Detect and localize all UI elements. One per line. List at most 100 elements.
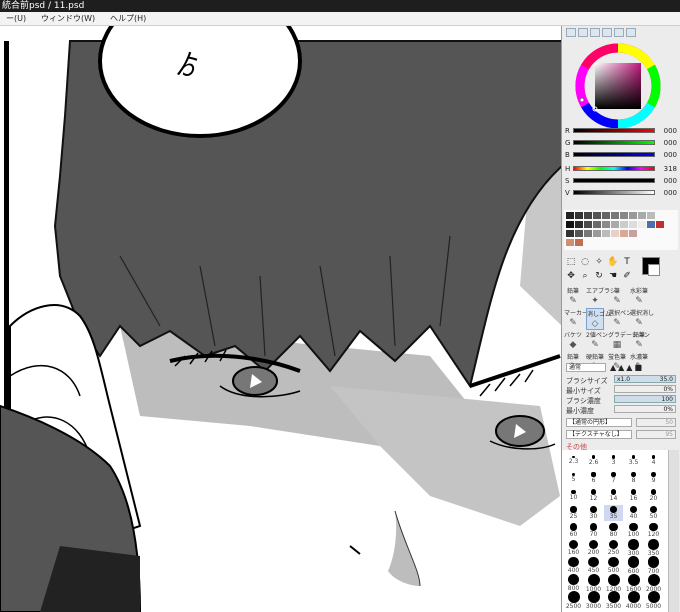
brush-size-option[interactable]: 16	[624, 487, 643, 503]
brush-size-option[interactable]: 20	[644, 487, 663, 503]
brush-tool-pencil[interactable]: 鉛筆 ✎	[564, 286, 582, 308]
swatch[interactable]	[584, 221, 592, 228]
brush-size-option[interactable]: 350	[644, 539, 663, 557]
brush-tool-gradation[interactable]: グラデーション ▦	[608, 330, 650, 352]
brush-size-option[interactable]: 160	[564, 539, 583, 556]
swatch[interactable]	[647, 221, 655, 228]
brush-tool-select-eraser[interactable]: 選択消し ✎	[630, 308, 654, 330]
swatch[interactable]	[566, 221, 574, 228]
brush-size-option[interactable]: 800	[564, 573, 583, 592]
brush-size-option[interactable]: 35	[604, 504, 623, 521]
swatch[interactable]	[584, 230, 592, 237]
brush-size-option[interactable]: 3000	[584, 591, 603, 610]
magic-wand-icon[interactable]: ✧	[593, 256, 605, 268]
brush-size-option[interactable]: 200	[584, 539, 603, 556]
brush-size-option[interactable]: 60	[564, 522, 583, 538]
rgb-slider-mode-button[interactable]	[578, 28, 588, 37]
swatch[interactable]	[656, 221, 664, 228]
swatch[interactable]	[575, 239, 583, 246]
brush-size-option[interactable]: 500	[604, 556, 623, 574]
rect-select-icon[interactable]: ⬚	[565, 256, 577, 268]
brush-size-option[interactable]: 80	[604, 522, 623, 538]
secondary-color-swatch[interactable]	[648, 264, 660, 276]
text-tool-icon[interactable]: T	[621, 256, 633, 268]
brush-tool-marker[interactable]: マーカー ✎	[564, 308, 588, 330]
swatch[interactable]	[566, 212, 574, 219]
brush-size-option[interactable]: 2.6	[584, 452, 603, 468]
brush-size-option[interactable]: 30	[584, 505, 603, 521]
swatch[interactable]	[593, 221, 601, 228]
menu-item-help[interactable]: ヘルプ(H)	[104, 12, 152, 25]
swatch-palette[interactable]	[564, 210, 678, 250]
b-slider[interactable]	[573, 152, 655, 157]
brush-size-option[interactable]: 100	[624, 522, 643, 538]
brush-tool-airbrush[interactable]: エアブラシ ✦	[586, 286, 616, 308]
swatch[interactable]	[575, 221, 583, 228]
hand-scroll-icon[interactable]: ☚	[607, 270, 619, 282]
swatch[interactable]	[620, 221, 628, 228]
brush-size-option[interactable]: 50	[644, 505, 663, 521]
brush-shape-strength[interactable]: 50	[636, 418, 676, 427]
swatch[interactable]	[566, 239, 574, 246]
menu-item-layer[interactable]: ー(U)	[0, 12, 32, 25]
swatch[interactable]	[647, 212, 655, 219]
brush-size-option[interactable]: 7	[604, 470, 623, 486]
brush-size-slider[interactable]: x1.0 35.0	[614, 375, 676, 383]
swatch[interactable]	[611, 230, 619, 237]
swatch[interactable]	[593, 212, 601, 219]
swatch-mode-button[interactable]	[602, 28, 612, 37]
brush-size-option[interactable]: 5	[564, 470, 583, 486]
min-size-slider[interactable]: 0%	[614, 385, 676, 393]
brush-tool-watercolor[interactable]: 水彩筆 ✎	[630, 286, 648, 308]
brush-size-option[interactable]: 4000	[624, 591, 643, 610]
brush-tool-brush[interactable]: 筆 ✎	[608, 286, 626, 308]
swatch[interactable]	[602, 221, 610, 228]
swatch[interactable]	[629, 221, 637, 228]
color-wheel-mode-button[interactable]	[566, 28, 576, 37]
brush-size-option[interactable]: 25	[564, 505, 583, 521]
drawing-canvas[interactable]: ゟ	[0, 26, 562, 612]
rotate-icon[interactable]: ↻	[593, 270, 605, 282]
brush-tool-bucket[interactable]: バケツ ◆	[564, 330, 582, 352]
min-density-slider[interactable]: 0%	[614, 405, 676, 413]
swatch[interactable]	[620, 212, 628, 219]
brush-size-option[interactable]: 9	[644, 470, 663, 486]
brush-size-option[interactable]: 70	[584, 522, 603, 538]
brush-size-option[interactable]: 3	[604, 452, 623, 468]
brush-size-option[interactable]: 1200	[604, 573, 623, 593]
brush-size-option[interactable]: 250	[604, 539, 623, 556]
move-icon[interactable]: ✥	[565, 270, 577, 282]
brush-texture-strength[interactable]: 95	[636, 430, 676, 439]
brush-texture-select[interactable]: 【テクスチャなし】	[566, 430, 632, 439]
eyedropper-icon[interactable]: ✐	[621, 270, 633, 282]
brush-size-option[interactable]: 2500	[564, 591, 583, 610]
hand-icon[interactable]: ✋	[607, 256, 619, 268]
brush-size-option[interactable]: 2.3	[564, 452, 583, 468]
palette-mode-button[interactable]	[626, 28, 636, 37]
swatch[interactable]	[638, 221, 646, 228]
brush-size-option[interactable]: 700	[644, 556, 663, 575]
brush-tool-pencil-2[interactable]: 鉛筆 ✎	[630, 330, 648, 352]
g-slider[interactable]	[573, 140, 655, 145]
brush-size-option[interactable]: 300	[624, 539, 643, 557]
brush-size-option[interactable]: 3.5	[624, 452, 643, 468]
brush-size-option[interactable]: 450	[584, 556, 603, 574]
brush-size-option[interactable]: 600	[624, 556, 643, 575]
swatch[interactable]	[638, 212, 646, 219]
swatch[interactable]	[620, 230, 628, 237]
brush-size-option[interactable]: 400	[564, 556, 583, 574]
brush-size-option[interactable]: 3500	[604, 591, 623, 610]
swatch[interactable]	[566, 230, 574, 237]
lasso-icon[interactable]: ◌	[579, 256, 591, 268]
zoom-icon[interactable]: ⌕	[579, 270, 591, 282]
brush-size-option[interactable]: 4	[644, 452, 663, 468]
swatch[interactable]	[611, 221, 619, 228]
brush-size-option[interactable]: 10	[564, 487, 583, 503]
swatch[interactable]	[611, 212, 619, 219]
brush-size-option[interactable]: 8	[624, 470, 643, 486]
brush-size-option[interactable]: 1000	[584, 573, 603, 593]
swatch[interactable]	[602, 212, 610, 219]
swatch[interactable]	[593, 230, 601, 237]
brush-size-option[interactable]: 120	[644, 522, 663, 538]
brush-size-option[interactable]: 12	[584, 487, 603, 503]
